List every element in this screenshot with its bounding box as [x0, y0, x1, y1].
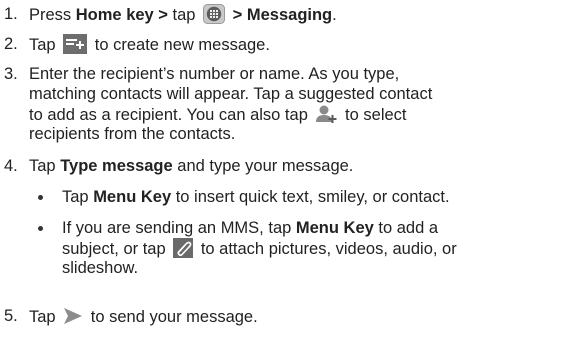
bullet-text: Tap Menu Key to insert quick text, smile…: [62, 188, 450, 206]
step-number: 3.: [4, 65, 18, 83]
step-text: Press Home key > tap > Messaging.: [29, 4, 337, 24]
bullet-dot: [38, 226, 43, 231]
step-number: 1.: [4, 5, 18, 23]
step-text: Tap to create new message.: [29, 34, 270, 54]
new-message-icon: [63, 34, 88, 54]
step-number: 5.: [4, 307, 18, 325]
send-icon: [63, 306, 83, 326]
instructions-document: 1. Press Home key > tap > Messaging. 2. …: [0, 0, 587, 352]
step-text: Tap Type message and type your message.: [29, 157, 354, 175]
add-contact-icon: [315, 104, 337, 124]
attach-icon: [173, 238, 194, 258]
step-number: 4.: [4, 157, 18, 175]
bullet-dot: [38, 195, 43, 200]
step-text: Enter the recipient’s number or name. As…: [29, 65, 433, 143]
bullet-text: If you are sending an MMS, tap Menu Key …: [62, 219, 457, 277]
step-text: Tap to send your message.: [29, 306, 258, 326]
step-number: 2.: [4, 35, 18, 53]
apps-icon: [203, 4, 226, 24]
